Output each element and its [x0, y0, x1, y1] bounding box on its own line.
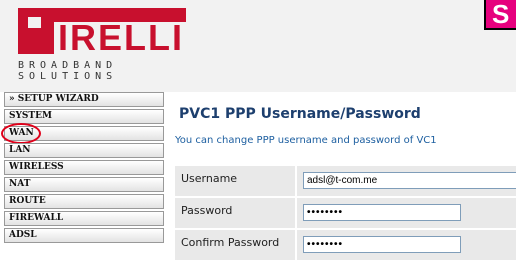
ppp-form: Username adsl@t-com.me Password ••••••••… [175, 166, 516, 262]
sidebar-item-route[interactable]: ROUTE [4, 194, 164, 209]
sidebar-item-lan[interactable]: LAN [4, 143, 164, 158]
sidebar-item-nat[interactable]: NAT [4, 177, 164, 192]
username-row: Username adsl@t-com.me [175, 166, 516, 196]
page-description: You can change PPP username and password… [175, 135, 437, 146]
sidebar-item-wireless[interactable]: WIRELESS [4, 160, 164, 175]
username-cell: adsl@t-com.me [297, 166, 516, 196]
sidebar-item-system[interactable]: SYSTEM [4, 109, 164, 124]
page-title: PVC1 PPP Username/Password [179, 106, 421, 122]
logo-tagline: BROADBAND SOLUTIONS [18, 60, 188, 82]
confirm-password-input[interactable]: •••••••• [303, 236, 461, 253]
confirm-password-cell: •••••••• [297, 230, 516, 260]
corner-badge: S [484, 0, 516, 30]
logo-p-mark [18, 8, 54, 54]
username-label: Username [175, 166, 295, 196]
confirm-password-label: Confirm Password [175, 230, 295, 260]
password-cell: •••••••• [297, 198, 516, 228]
tagline-line-1: BROADBAND [18, 60, 118, 71]
logo-text: IRELLI [58, 17, 184, 58]
sidebar-nav: » SETUP WIZARD SYSTEM WAN LAN WIRELESS N… [0, 92, 165, 245]
highlight-circle [1, 123, 41, 144]
confirm-password-row: Confirm Password •••••••• [175, 230, 516, 260]
pirelli-logo: IRELLI [18, 8, 188, 58]
password-label: Password [175, 198, 295, 228]
tagline-line-2: SOLUTIONS [18, 71, 118, 82]
sidebar-item-setup-wizard[interactable]: » SETUP WIZARD [4, 92, 164, 107]
header: IRELLI BROADBAND SOLUTIONS S [0, 0, 516, 92]
sidebar-item-firewall[interactable]: FIREWALL [4, 211, 164, 226]
password-input[interactable]: •••••••• [303, 204, 461, 221]
username-input[interactable]: adsl@t-com.me [303, 172, 516, 189]
sidebar-item-wan[interactable]: WAN [1, 123, 164, 144]
password-row: Password •••••••• [175, 198, 516, 228]
sidebar-item-adsl[interactable]: ADSL [4, 228, 164, 243]
